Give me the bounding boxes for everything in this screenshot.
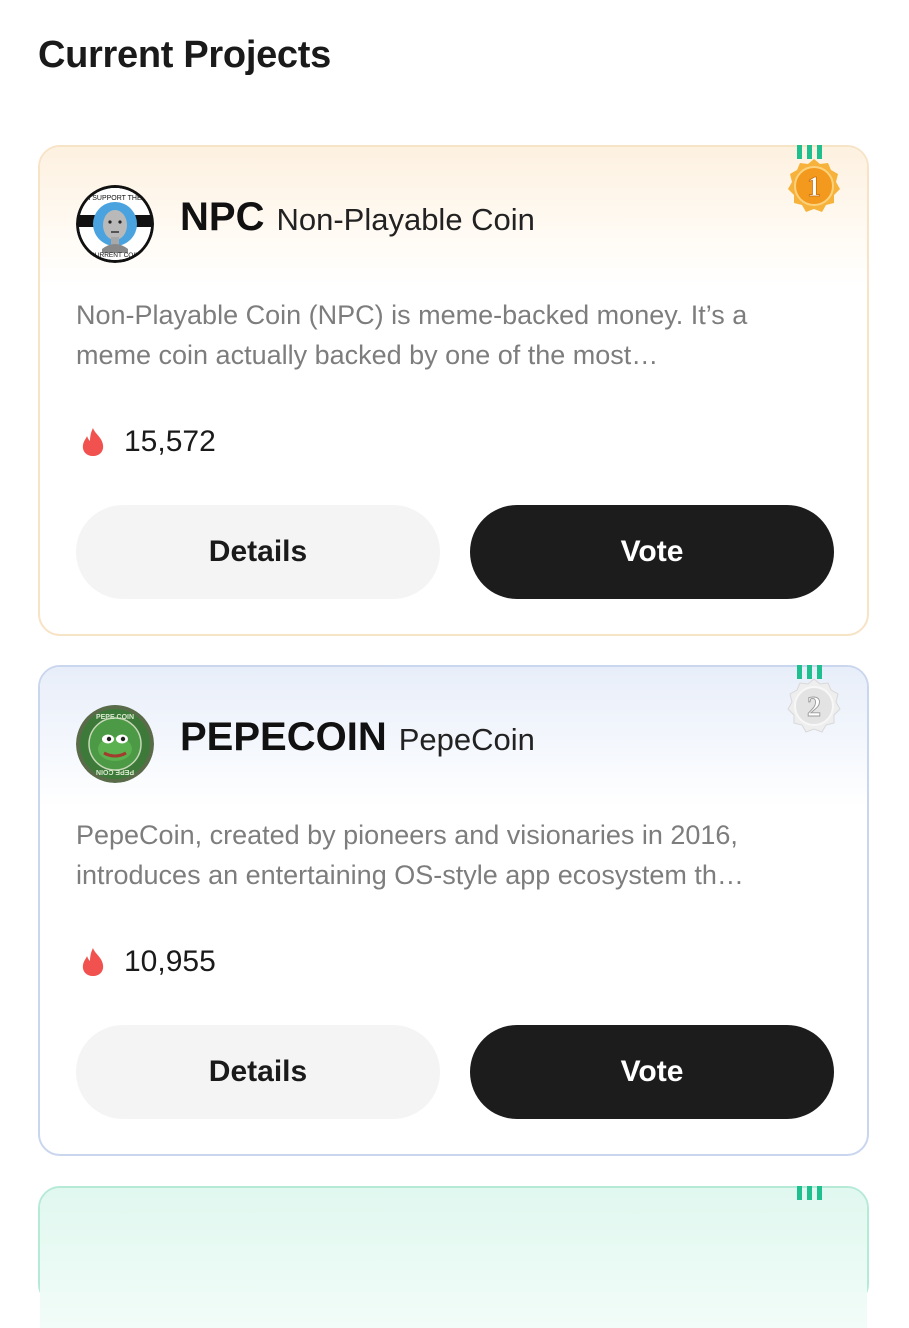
svg-text:PEPE COIN: PEPE COIN xyxy=(96,768,134,775)
ticker-symbol: PEPECOIN xyxy=(180,715,387,759)
vote-button[interactable]: Vote xyxy=(470,1025,834,1119)
description-line: Non-Playable Coin (NPC) is meme-backed m… xyxy=(76,300,748,330)
pepecoin-logo-icon: PEPE COIN PEPE COIN xyxy=(76,705,154,783)
details-button[interactable]: Details xyxy=(76,505,440,599)
flame-icon xyxy=(82,428,104,456)
flame-icon xyxy=(82,948,104,976)
card-header-background xyxy=(40,1188,867,1328)
svg-text:I SUPPORT THE: I SUPPORT THE xyxy=(88,195,142,202)
medal-rank-text: 1 xyxy=(807,172,821,203)
vote-button[interactable]: Vote xyxy=(470,505,834,599)
gold-medal-icon: 1 xyxy=(777,145,851,235)
svg-text:PEPE COIN: PEPE COIN xyxy=(96,714,134,721)
project-name: PepeCoin xyxy=(398,722,535,757)
medal-rank-text: 2 xyxy=(807,692,821,723)
npc-logo-icon: I SUPPORT THE CURRENT COIN xyxy=(76,185,154,263)
vote-count-value: 15,572 xyxy=(124,425,216,458)
project-ticker: PEPECOIN PepeCoin xyxy=(180,715,535,760)
silver-medal-icon: 2 xyxy=(777,665,851,755)
project-ticker: NPC Non-Playable Coin xyxy=(180,195,535,240)
project-description: PepeCoin, created by pioneers and vision… xyxy=(76,815,836,895)
description-line: PepeCoin, created by pioneers and vision… xyxy=(76,820,738,850)
project-card-npc: 1 I SUPPORT THE CURRENT COIN NPC Non-Play… xyxy=(38,145,869,636)
project-card-partial xyxy=(38,1186,869,1328)
ticker-symbol: NPC xyxy=(180,195,265,239)
project-name: Non-Playable Coin xyxy=(276,202,535,237)
vote-count: 15,572 xyxy=(80,425,216,459)
svg-text:CURRENT COIN: CURRENT COIN xyxy=(90,252,140,259)
project-card-pepecoin: 2 PEPE COIN PEPE COIN PEPECOIN PepeCoin P… xyxy=(38,665,869,1156)
description-line: introduces an entertaining OS-style app … xyxy=(76,860,744,890)
description-line: meme coin actually backed by one of the … xyxy=(76,340,659,370)
project-description: Non-Playable Coin (NPC) is meme-backed m… xyxy=(76,295,836,375)
vote-count: 10,955 xyxy=(80,945,216,979)
details-button[interactable]: Details xyxy=(76,1025,440,1119)
vote-count-value: 10,955 xyxy=(124,945,216,978)
page-title: Current Projects xyxy=(38,34,331,76)
